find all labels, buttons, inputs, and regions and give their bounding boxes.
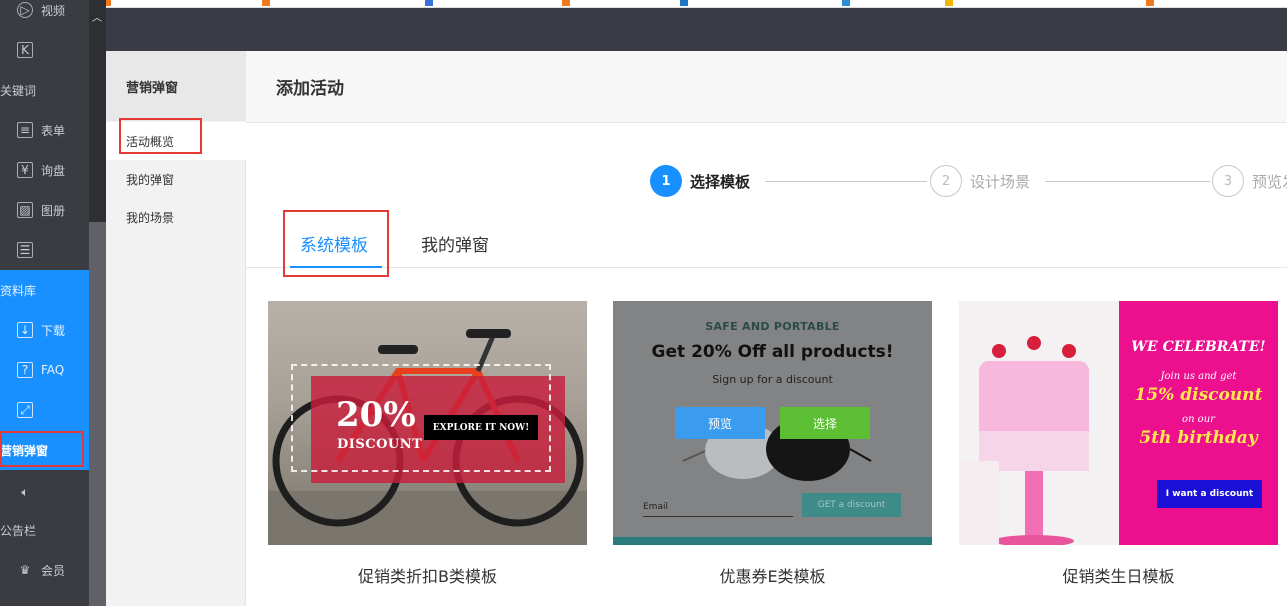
submenu-item-my-popups[interactable]: 我的弹窗	[106, 160, 246, 198]
sidebar-item-member[interactable]: ♛ 会员	[0, 550, 89, 590]
stack-icon: ☰	[17, 242, 33, 258]
sidebar-group-library[interactable]: 资料库	[0, 270, 89, 310]
template-card-birthday[interactable]: WE CELEBRATE! Join us and get 15% discou…	[959, 301, 1278, 545]
step-1-circle: 1	[650, 165, 682, 197]
sidebar-group-notice[interactable]: 公告栏	[0, 510, 89, 550]
discount-text: DISCOUNT	[337, 437, 423, 452]
sidebar-item-download[interactable]: ↓ 下载	[0, 310, 89, 350]
coupon-bottom-bar	[613, 537, 932, 545]
join-us-text: Join us and get	[1160, 371, 1237, 382]
sidebar-group-label: 关键词	[0, 83, 37, 98]
sidebar-item-label: FAQ	[41, 363, 65, 377]
sidebar-item-label: 会员	[41, 563, 66, 578]
template-card-coupon[interactable]: SAFE AND PORTABLE Get 20% Off all produc…	[613, 301, 932, 545]
select-button[interactable]: 选择	[780, 407, 870, 439]
highlight-box	[119, 118, 202, 154]
faq-icon: ?	[17, 362, 33, 378]
template-card-bicycle[interactable]: 20% DISCOUNT EXPLORE IT NOW!	[268, 301, 587, 545]
coupon-subtitle: Sign up for a discount	[712, 373, 833, 386]
sidebar-item-k[interactable]: K	[0, 30, 89, 70]
play-circle-icon: ▷	[17, 2, 33, 18]
email-field-line	[643, 516, 793, 517]
highlight-box	[283, 210, 389, 277]
tab-my-popups[interactable]: 我的弹窗	[421, 231, 489, 256]
discount-headline: 15% discount	[1134, 385, 1263, 405]
cake-illustration	[959, 301, 1119, 545]
top-header-bar	[106, 8, 1287, 51]
template-card-label: 优惠券E类模板	[719, 567, 826, 586]
step-connector	[765, 181, 927, 182]
bookmark-icon[interactable]	[945, 0, 953, 6]
step-2-circle: 2	[930, 165, 962, 197]
sidebar-item-label: 表单	[41, 123, 66, 138]
sidebar-item-label: 视频	[41, 3, 66, 18]
speaker-icon: 🔈︎	[21, 485, 29, 499]
sidebar-group-label: 公告栏	[0, 523, 37, 538]
birthday-headline: 5th birthday	[1139, 428, 1258, 448]
bookmark-bar	[0, 0, 1287, 8]
sidebar-item-speaker[interactable]: 🔈︎	[0, 472, 89, 512]
expand-icon: ⤢	[17, 402, 33, 418]
celebrate-title: WE CELEBRATE!	[1131, 339, 1266, 355]
download-icon: ↓	[17, 322, 33, 338]
main-sidebar: ▷ 视频 K 关键词 ≡ 表单 ¥ 询盘 ▨ 图册 ☰ 资料库 ↓ 下载 ? F…	[0, 0, 89, 606]
coupon-kicker: SAFE AND PORTABLE	[705, 320, 840, 333]
bookmark-icon[interactable]	[680, 0, 688, 6]
sidebar-item-stack[interactable]: ☰	[0, 230, 89, 270]
sidebar-item-album[interactable]: ▨ 图册	[0, 190, 89, 230]
form-icon: ≡	[17, 122, 33, 138]
sidebar-item-video[interactable]: ▷ 视频	[0, 0, 89, 30]
app-root: ▷ 视频 K 关键词 ≡ 表单 ¥ 询盘 ▨ 图册 ☰ 资料库 ↓ 下载 ? F…	[0, 0, 1287, 606]
highlight-box	[0, 431, 84, 467]
template-card-label: 促销类折扣B类模板	[358, 567, 497, 586]
chevron-up-icon[interactable]: ︿	[92, 9, 102, 24]
sidebar-item-label: 询盘	[41, 163, 66, 178]
step-3-label: 预览发	[1252, 173, 1287, 191]
sidebar-item-form[interactable]: ≡ 表单	[0, 110, 89, 150]
submenu-item-label: 我的弹窗	[126, 172, 175, 187]
want-discount-button: I want a discount	[1157, 480, 1262, 508]
sidebar-item-label: 下载	[41, 323, 66, 338]
coupon-title: Get 20% Off all products!	[651, 342, 894, 362]
step-indicator: 1 选择模板 2 设计场景 3 预览发	[650, 165, 1287, 197]
bookmark-icon[interactable]	[425, 0, 433, 6]
album-icon: ▨	[17, 202, 33, 218]
page-title: 添加活动	[246, 51, 1287, 123]
submenu-item-my-scenes[interactable]: 我的场景	[106, 198, 246, 236]
explore-button: EXPLORE IT NOW!	[424, 415, 538, 440]
template-card-label: 促销类生日模板	[1062, 567, 1175, 586]
sidebar-item-inquiry[interactable]: ¥ 询盘	[0, 150, 89, 190]
email-field-label: Email	[643, 502, 668, 512]
template-tabs: 系统模板 我的弹窗	[246, 210, 1287, 277]
step-1-label: 选择模板	[690, 173, 751, 191]
inquiry-icon: ¥	[17, 162, 33, 178]
preview-button[interactable]: 预览	[675, 407, 765, 439]
bookmark-icon[interactable]	[562, 0, 570, 6]
scrollbar-track[interactable]	[89, 0, 106, 222]
sidebar-group-keywords[interactable]: 关键词	[0, 70, 89, 110]
sidebar-group-label: 资料库	[0, 283, 37, 298]
k-box-icon: K	[17, 42, 33, 58]
get-discount-button: GET a discount	[802, 493, 901, 517]
bookmark-icon[interactable]	[262, 0, 270, 6]
step-connector	[1045, 181, 1210, 182]
sidebar-scrollbar[interactable]: ︿	[89, 0, 106, 606]
sidebar-item-expand[interactable]: ⤢	[0, 390, 89, 430]
step-3-circle: 3	[1212, 165, 1244, 197]
bookmark-icon[interactable]	[842, 0, 850, 6]
secondary-menu: 营销弹窗 活动概览 我的弹窗 我的场景	[106, 51, 246, 606]
secondary-menu-title: 营销弹窗	[106, 51, 246, 121]
bookmark-icon[interactable]	[1146, 0, 1154, 6]
main-content: 添加活动 1 选择模板 2 设计场景 3 预览发 系统模板 我的弹窗	[246, 51, 1287, 606]
on-our-text: on our	[1182, 414, 1215, 425]
sidebar-item-label: 图册	[41, 203, 66, 218]
crown-icon: ♛	[19, 563, 31, 577]
sidebar-item-faq[interactable]: ? FAQ	[0, 350, 89, 390]
discount-percent: 20%	[336, 395, 416, 435]
submenu-item-label: 我的场景	[126, 210, 175, 225]
step-2-label: 设计场景	[970, 173, 1031, 191]
